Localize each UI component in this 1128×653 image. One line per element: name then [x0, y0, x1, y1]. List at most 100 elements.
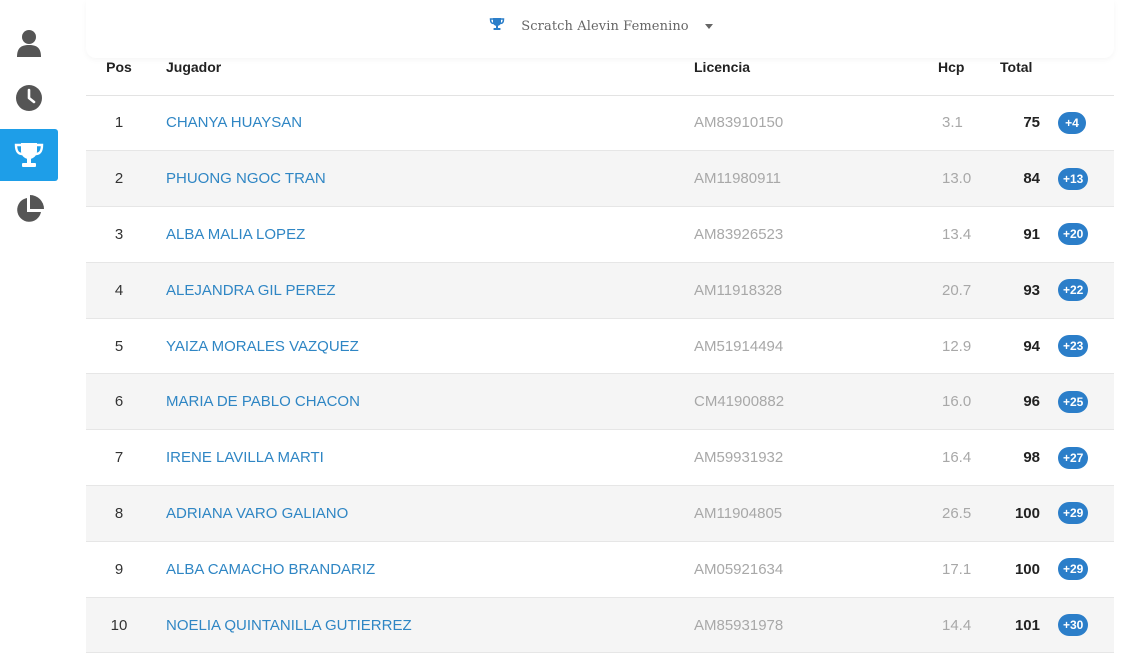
row-hcp: 26.5 — [942, 504, 972, 522]
table-row: 8 ADRIANA VARO GALIANO AM11904805 26.5 100 +2… — [86, 485, 1114, 542]
chevron-down-icon — [704, 24, 713, 29]
sidebar-item-profile[interactable] — [0, 17, 58, 69]
player-name-link[interactable]: NOELIA QUINTANILLA GUTIERREZ — [166, 617, 412, 634]
row-total: 91 — [1023, 225, 1040, 243]
pie-chart-icon — [14, 195, 44, 225]
player-name-link[interactable]: ALBA CAMACHO BRANDARIZ — [166, 561, 375, 578]
row-player-cell: MARIA DE PABLO CHACON — [152, 374, 694, 430]
rankings-table: Pos Jugador Licencia Hcp Total 1 CHANYA H… — [86, 40, 1114, 653]
row-diff-cell: +22 — [1058, 262, 1114, 318]
row-player-cell: ALEJANDRA GIL PEREZ — [152, 262, 694, 318]
header-license[interactable]: Licencia — [694, 40, 930, 96]
category-dropdown[interactable]: Scratch Alevin Femenino — [489, 17, 713, 36]
row-diff-cell: +4 — [1058, 95, 1114, 151]
table-row: 3 ALBA MALIA LOPEZ AM83926523 13.4 91 +20 — [86, 207, 1114, 263]
row-license: CM41900882 — [694, 393, 785, 411]
player-name-link[interactable]: ALBA MALIA LOPEZ — [166, 226, 305, 243]
row-hcp: 3.1 — [942, 114, 963, 132]
row-position: 6 — [114, 393, 124, 411]
row-player-cell: NOELIA QUINTANILLA GUTIERREZ — [152, 597, 694, 653]
row-license: AM83910150 — [694, 114, 784, 132]
trophy-icon — [13, 141, 45, 169]
table-row: 7 IRENE LAVILLA MARTI AM59931932 16.4 98 +27 — [86, 430, 1114, 486]
user-icon — [16, 29, 42, 57]
row-position: 5 — [114, 337, 124, 355]
player-name-link[interactable]: ADRIANA VARO GALIANO — [166, 505, 348, 522]
row-license: AM05921634 — [694, 560, 784, 578]
row-license: AM11980911 — [694, 170, 782, 188]
row-total: 75 — [1023, 114, 1040, 132]
row-player-cell: ALBA MALIA LOPEZ — [152, 207, 694, 263]
player-name-link[interactable]: CHANYA HUAYSAN — [166, 114, 302, 131]
row-diff-cell: +30 — [1058, 597, 1114, 653]
score-diff-badge: +29 — [1058, 502, 1089, 525]
row-license: AM83926523 — [694, 225, 784, 243]
header-pos[interactable]: Pos — [86, 40, 152, 96]
row-player-cell: CHANYA HUAYSAN — [152, 95, 694, 151]
player-name-link[interactable]: YAIZA MORALES VAZQUEZ — [166, 338, 359, 355]
row-player-cell: ALBA CAMACHO BRANDARIZ — [152, 541, 694, 597]
category-dropdown-label: Scratch Alevin Femenino — [521, 18, 689, 34]
row-position: 1 — [114, 114, 124, 132]
table-row: 10 NOELIA QUINTANILLA GUTIERREZ AM85931978… — [86, 597, 1114, 653]
header-total[interactable]: Total — [1000, 40, 1058, 96]
table-row: 2 PHUONG NGOC TRAN AM11980911 13.0 84 +13 — [86, 150, 1114, 207]
score-diff-badge: +29 — [1058, 558, 1089, 581]
row-diff-cell: +27 — [1058, 430, 1114, 486]
clock-icon — [15, 84, 43, 112]
table-row: 9 ALBA CAMACHO BRANDARIZ AM05921634 17.1 100… — [86, 541, 1114, 598]
player-name-link[interactable]: PHUONG NGOC TRAN — [166, 170, 326, 187]
row-total: 98 — [1023, 449, 1040, 467]
row-total: 93 — [1023, 281, 1040, 299]
player-name-link[interactable]: MARIA DE PABLO CHACON — [166, 393, 360, 410]
sidebar-item-rankings[interactable] — [0, 129, 58, 181]
row-license: AM51914494 — [694, 337, 784, 355]
header-player[interactable]: Jugador — [152, 40, 694, 96]
score-diff-badge: +22 — [1058, 279, 1089, 302]
row-license: AM11918328 — [694, 281, 783, 299]
row-license: AM85931978 — [694, 616, 784, 634]
player-name-link[interactable]: IRENE LAVILLA MARTI — [166, 449, 324, 466]
row-license: AM59931932 — [694, 449, 784, 467]
row-position: 2 — [114, 170, 124, 188]
score-diff-badge: +30 — [1058, 614, 1089, 637]
sidebar-item-statistics[interactable] — [0, 184, 58, 236]
score-diff-badge: +23 — [1058, 335, 1089, 358]
sidebar — [0, 0, 58, 648]
row-total: 84 — [1023, 170, 1040, 188]
row-diff-cell: +29 — [1058, 486, 1114, 542]
sidebar-item-history[interactable] — [0, 72, 58, 124]
row-diff-cell: +23 — [1058, 318, 1114, 374]
row-hcp: 13.0 — [942, 170, 972, 188]
row-player-cell: IRENE LAVILLA MARTI — [152, 430, 694, 486]
player-name-link[interactable]: ALEJANDRA GIL PEREZ — [166, 282, 336, 299]
score-diff-badge: +27 — [1058, 446, 1089, 469]
score-diff-badge: +25 — [1058, 390, 1089, 413]
row-hcp: 13.4 — [942, 225, 972, 243]
row-license: AM11904805 — [694, 504, 783, 522]
row-position: 3 — [114, 225, 124, 243]
row-diff-cell: +13 — [1058, 151, 1114, 207]
header-hcp[interactable]: Hcp — [930, 40, 1000, 96]
score-diff-badge: +20 — [1058, 223, 1089, 246]
row-total: 100 — [1014, 504, 1040, 522]
row-position: 7 — [114, 449, 124, 467]
row-hcp: 16.4 — [942, 449, 972, 467]
row-player-cell: YAIZA MORALES VAZQUEZ — [152, 318, 694, 374]
table-header-row: Pos Jugador Licencia Hcp Total — [86, 40, 1114, 96]
score-diff-badge: +13 — [1058, 167, 1089, 190]
row-hcp: 14.4 — [942, 616, 972, 634]
header-diff — [1058, 40, 1114, 96]
row-position: 9 — [114, 560, 124, 578]
row-total: 100 — [1014, 560, 1040, 578]
table-row: 5 YAIZA MORALES VAZQUEZ AM51914494 12.9 94 +2… — [86, 318, 1114, 374]
table-row: 6 MARIA DE PABLO CHACON CM41900882 16.0 96 +2… — [86, 373, 1114, 430]
row-hcp: 20.7 — [942, 281, 972, 299]
row-total: 96 — [1023, 393, 1040, 411]
row-position: 4 — [114, 281, 124, 299]
row-player-cell: PHUONG NGOC TRAN — [152, 151, 694, 207]
trophy-icon — [489, 17, 505, 36]
row-hcp: 16.0 — [942, 393, 972, 411]
row-hcp: 12.9 — [942, 337, 972, 355]
main-content: Scratch Alevin Femenino Pos Jugador Lice… — [86, 0, 1114, 653]
